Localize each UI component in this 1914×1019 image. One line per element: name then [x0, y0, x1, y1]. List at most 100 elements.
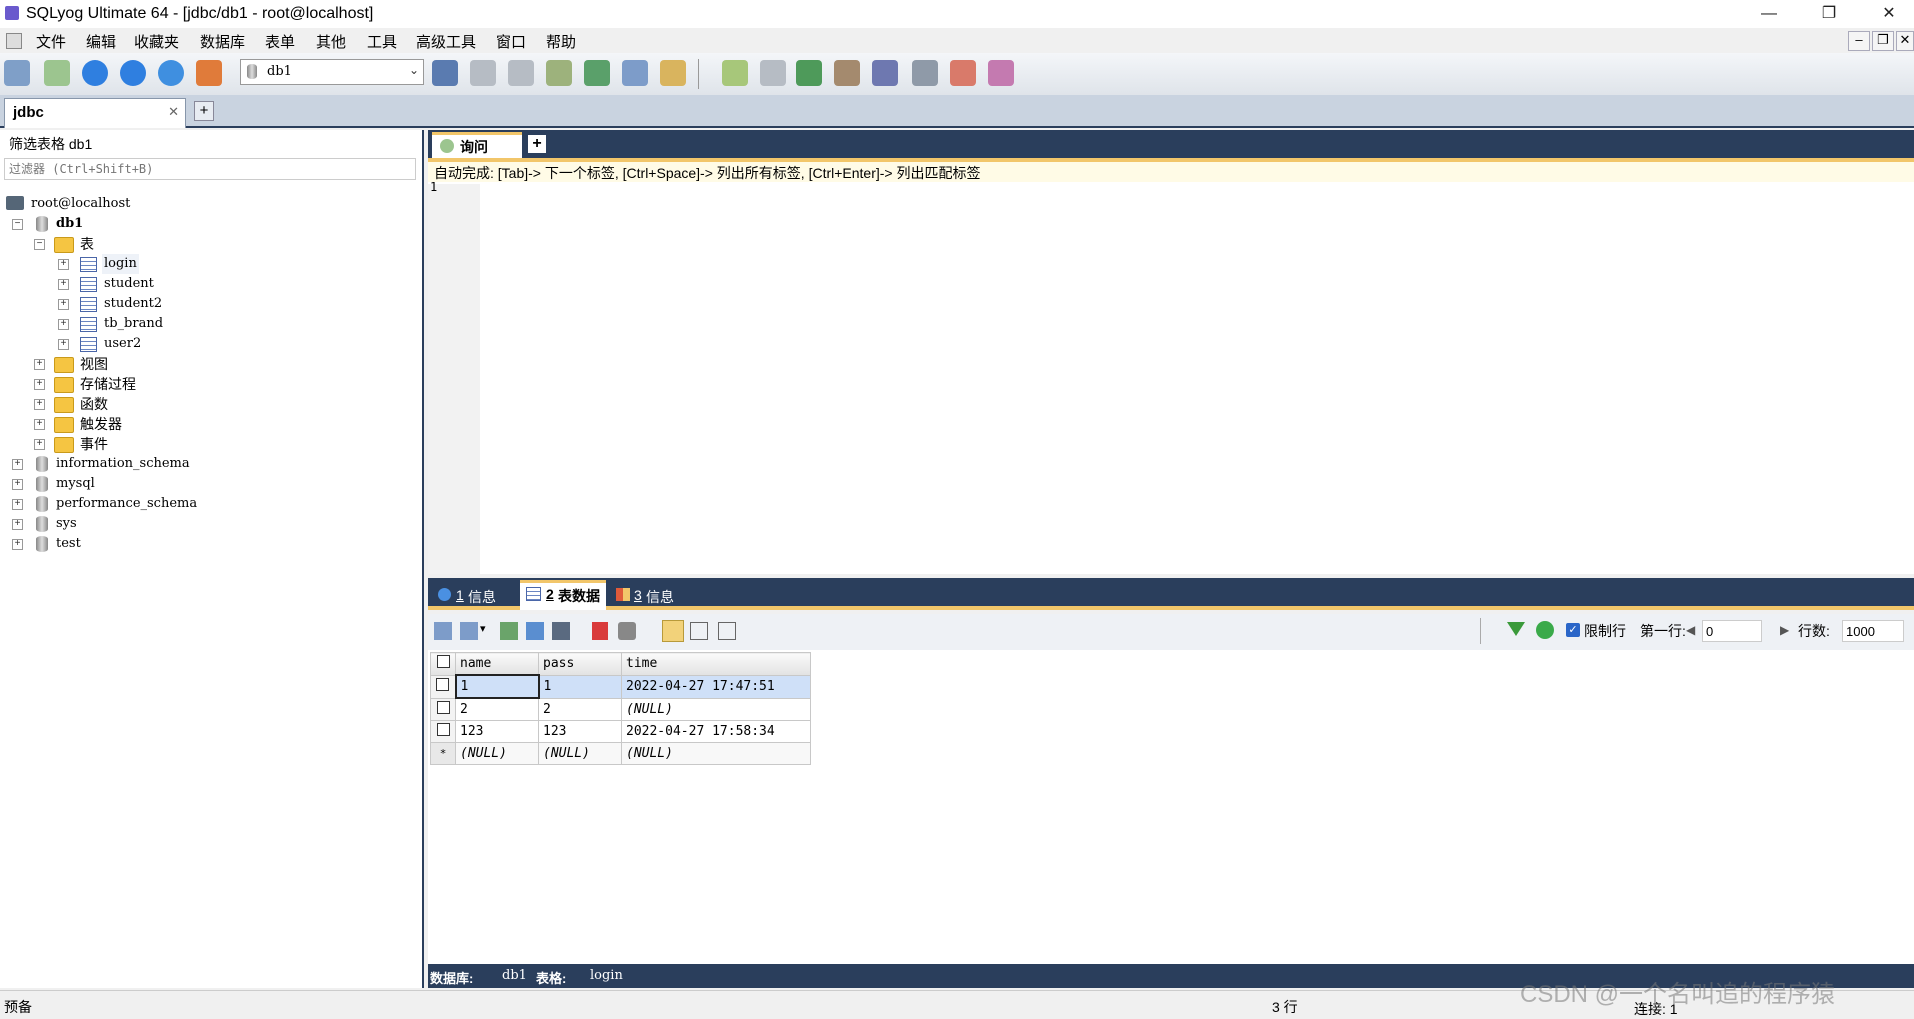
refresh-data-icon[interactable] — [1536, 621, 1554, 639]
mdi-restore-button[interactable]: ❐ — [1872, 31, 1894, 51]
tree-db-mysql[interactable]: + mysql — [10, 474, 230, 494]
select-all-cell[interactable] — [430, 652, 456, 676]
column-header-name[interactable]: name — [455, 652, 539, 676]
new-query-icon[interactable] — [44, 60, 70, 86]
menu-other[interactable]: 其他 — [316, 31, 346, 52]
collapse-icon[interactable]: − — [34, 239, 45, 250]
sync-icon[interactable] — [796, 60, 822, 86]
expand-icon[interactable]: + — [34, 379, 45, 390]
tree-folder-functions[interactable]: + 函数 — [34, 394, 234, 414]
tree-db-information-schema[interactable]: + information_schema — [10, 454, 230, 474]
add-row-icon[interactable] — [500, 622, 518, 640]
table-cell[interactable]: 123 — [538, 720, 622, 743]
expand-icon[interactable]: + — [12, 499, 23, 510]
menu-advanced-tools[interactable]: 高级工具 — [416, 31, 476, 52]
insert-row-icon[interactable] — [434, 622, 452, 640]
tab-query[interactable]: 询问 — [432, 132, 522, 158]
menu-window[interactable]: 窗口 — [496, 31, 526, 52]
tree-folder-tables[interactable]: − 表 — [34, 234, 234, 254]
tree-table-login[interactable]: + login — [58, 254, 258, 274]
query-editor[interactable]: 自动完成: [Tab]-> 下一个标签, [Ctrl+Space]-> 列出所有… — [428, 158, 1914, 574]
column-header-pass[interactable]: pass — [538, 652, 622, 676]
alter-db-icon[interactable] — [508, 60, 534, 86]
save-icon[interactable] — [552, 622, 570, 640]
table-cell[interactable]: (NULL) — [621, 742, 811, 765]
expand-icon[interactable]: + — [58, 339, 69, 350]
column-header-time[interactable]: time — [621, 652, 811, 676]
menu-database[interactable]: 数据库 — [200, 31, 245, 52]
tree-db-test[interactable]: + test — [10, 534, 230, 554]
tree-folder-procedures[interactable]: + 存储过程 — [34, 374, 234, 394]
menu-edit[interactable]: 编辑 — [86, 31, 116, 52]
scheduler-icon[interactable] — [912, 60, 938, 86]
row-checkbox[interactable] — [436, 700, 450, 714]
tab-table-data[interactable]: 2 表数据 — [520, 580, 606, 610]
tab-messages-1[interactable]: 1 信息 — [432, 582, 514, 610]
expand-icon[interactable]: + — [34, 439, 45, 450]
schema-designer-icon[interactable] — [760, 60, 786, 86]
expand-icon[interactable]: + — [12, 519, 23, 530]
tree-folder-views[interactable]: + 视图 — [34, 354, 234, 374]
mdi-doc-icon[interactable] — [6, 33, 22, 49]
delete-icon[interactable] — [592, 622, 608, 640]
expand-icon[interactable]: + — [12, 459, 23, 470]
tree-table-student[interactable]: + student — [58, 274, 258, 294]
structure-compare-icon[interactable] — [988, 60, 1014, 86]
close-icon[interactable]: ✕ — [168, 104, 179, 120]
prev-page-icon[interactable]: ◀ — [1686, 623, 1695, 637]
new-connection-icon[interactable] — [4, 60, 30, 86]
backup-icon[interactable] — [546, 60, 572, 86]
grid-view-icon[interactable] — [662, 620, 684, 642]
table-cell[interactable]: 2022-04-27 17:58:34 — [621, 720, 811, 743]
table-cell[interactable]: 123 — [455, 720, 539, 743]
schema-icon[interactable] — [196, 60, 222, 86]
import-icon[interactable] — [584, 60, 610, 86]
expand-icon[interactable]: + — [34, 399, 45, 410]
expand-icon[interactable]: + — [12, 479, 23, 490]
restore-button[interactable]: ❐ — [1806, 2, 1852, 26]
first-row-input[interactable] — [1702, 620, 1762, 642]
tree-table-student2[interactable]: + student2 — [58, 294, 258, 314]
data-transfer-icon[interactable] — [834, 60, 860, 86]
execute-all-icon[interactable] — [120, 60, 146, 86]
row-select-cell[interactable] — [430, 674, 456, 699]
create-db-icon[interactable] — [470, 60, 496, 86]
expand-icon[interactable]: + — [34, 359, 45, 370]
next-page-icon[interactable]: ▶ — [1780, 623, 1789, 637]
collapse-icon[interactable]: − — [12, 219, 23, 230]
filter-icon[interactable] — [1507, 622, 1525, 636]
table-row[interactable]: 123 123 2022-04-27 17:58:34 — [430, 720, 811, 743]
close-button[interactable]: ✕ — [1866, 2, 1912, 26]
filter-input[interactable] — [4, 158, 416, 180]
report-icon[interactable] — [950, 60, 976, 86]
add-connection-button[interactable]: + — [194, 101, 214, 121]
row-select-cell[interactable] — [430, 720, 456, 743]
connection-tab-jdbc[interactable]: jdbc ✕ — [4, 98, 186, 128]
menu-favorites[interactable]: 收藏夹 — [134, 31, 179, 52]
query-builder-icon[interactable] — [722, 60, 748, 86]
table-cell[interactable]: 1 — [538, 674, 622, 699]
discard-icon[interactable] — [618, 622, 636, 640]
limit-rows-checkbox[interactable]: ✓ — [1566, 623, 1580, 637]
rows-count-input[interactable] — [1842, 620, 1904, 642]
execute-icon[interactable] — [82, 60, 108, 86]
minimize-button[interactable]: — — [1746, 2, 1792, 26]
refresh-icon[interactable] — [158, 60, 184, 86]
select-all-checkbox[interactable] — [436, 655, 450, 669]
tree-table-tb-brand[interactable]: + tb_brand — [58, 314, 258, 334]
expand-icon[interactable]: + — [58, 299, 69, 310]
table-cell[interactable]: (NULL) — [538, 742, 622, 765]
form-view-icon[interactable] — [690, 622, 708, 640]
tree-folder-events[interactable]: + 事件 — [34, 434, 234, 454]
database-select[interactable]: db1 ⌄ — [240, 59, 424, 85]
table-cell[interactable]: (NULL) — [621, 697, 811, 721]
migration-icon[interactable] — [872, 60, 898, 86]
text-view-icon[interactable] — [718, 622, 736, 640]
tree-folder-triggers[interactable]: + 触发器 — [34, 414, 234, 434]
tree-db-sys[interactable]: + sys — [10, 514, 230, 534]
user-icon[interactable] — [432, 60, 458, 86]
tree-db-performance-schema[interactable]: + performance_schema — [10, 494, 230, 514]
table-row[interactable]: 1 1 2022-04-27 17:47:51 — [430, 674, 811, 699]
table-data-icon[interactable] — [660, 60, 686, 86]
dropdown-arrow-icon[interactable]: ▾ — [480, 622, 486, 635]
